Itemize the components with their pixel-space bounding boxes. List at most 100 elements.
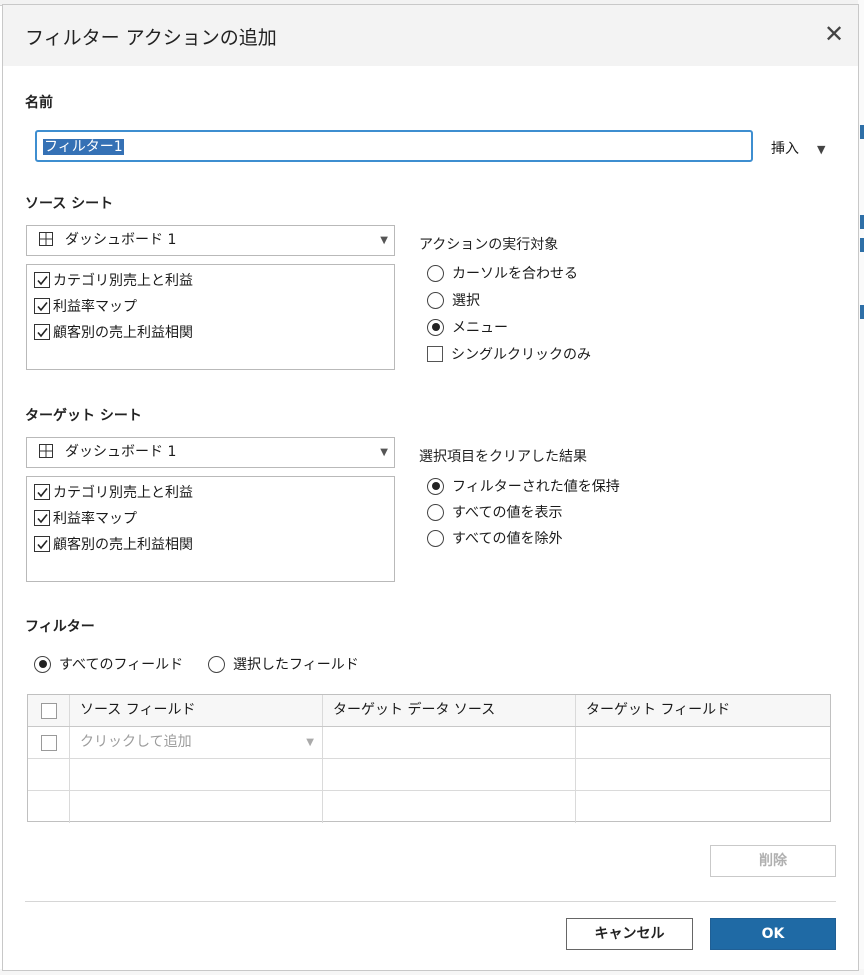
radio-exclude-all[interactable]: すべての値を除外 — [427, 528, 562, 548]
source-dashboard-select[interactable]: ダッシュボード 1 ▼ — [26, 225, 395, 256]
radio-menu[interactable]: メニュー — [427, 317, 508, 337]
radio-exclude-all-label: すべての値を除外 — [452, 531, 563, 547]
source-sheet-item[interactable]: カテゴリ別売上と利益 — [27, 267, 394, 293]
radio-icon[interactable] — [427, 291, 444, 309]
target-sheet-item-label: 利益率マップ — [53, 511, 137, 527]
name-label: 名前 — [25, 95, 53, 111]
source-sheet-item-label: 利益率マップ — [53, 299, 137, 315]
single-click-only-checkbox[interactable]: シングルクリックのみ — [427, 344, 591, 364]
radio-select[interactable]: 選択 — [427, 290, 480, 310]
checkbox-checked-icon[interactable] — [34, 536, 50, 552]
target-sheet-label: ターゲット シート — [25, 408, 142, 424]
source-sheet-item-label: 顧客別の売上利益相関 — [53, 325, 193, 341]
radio-menu-label: メニュー — [452, 320, 508, 336]
radio-all-fields[interactable]: すべてのフィールド — [34, 654, 183, 674]
table-cell[interactable] — [576, 727, 831, 758]
close-icon[interactable]: ✕ — [820, 21, 848, 49]
target-sheet-item-label: 顧客別の売上利益相関 — [53, 537, 193, 553]
column-source-field[interactable]: ソース フィールド — [70, 695, 323, 726]
insert-button[interactable]: 挿入 ▼ — [771, 138, 825, 158]
target-sheet-list: カテゴリ別売上と利益 利益率マップ 顧客別の売上利益相関 — [26, 476, 395, 582]
add-field-dropdown[interactable]: クリックして追加 ▼ — [70, 727, 323, 758]
source-sheet-list: カテゴリ別売上と利益 利益率マップ 顧客別の売上利益相関 — [26, 264, 395, 370]
ok-button[interactable]: OK — [710, 918, 836, 950]
column-target-data-source[interactable]: ターゲット データ ソース — [323, 695, 576, 726]
column-target-field[interactable]: ターゲット フィールド — [576, 695, 831, 726]
source-sheet-label: ソース シート — [25, 196, 114, 212]
table-cell — [28, 791, 70, 823]
radio-hover[interactable]: カーソルを合わせる — [427, 263, 578, 283]
target-dashboard-value: ダッシュボード 1 — [65, 444, 177, 460]
background-marker — [860, 215, 864, 229]
chevron-down-icon: ▼ — [380, 235, 388, 246]
target-sheet-item-label: カテゴリ別売上と利益 — [53, 485, 193, 501]
table-cell — [323, 759, 576, 790]
dialog-titlebar: フィルター アクションの追加 ✕ — [3, 5, 858, 66]
radio-hover-label: カーソルを合わせる — [452, 266, 578, 282]
radio-all-fields-label: すべてのフィールド — [59, 657, 184, 673]
row-select-cell — [28, 727, 70, 758]
chevron-down-icon: ▼ — [380, 447, 388, 458]
target-sheet-item[interactable]: 利益率マップ — [27, 505, 394, 531]
radio-icon[interactable] — [427, 529, 444, 547]
run-action-on-label: アクションの実行対象 — [419, 237, 559, 253]
add-filter-action-dialog: フィルター アクションの追加 ✕ 名前 フィルター1 挿入 ▼ ソース シート ダ… — [2, 4, 859, 971]
table-row — [28, 759, 830, 791]
footer-divider — [25, 901, 836, 902]
checkbox-checked-icon[interactable] — [34, 272, 50, 288]
target-dashboard-select[interactable]: ダッシュボード 1 ▼ — [26, 437, 395, 468]
checkbox-checked-icon[interactable] — [34, 510, 50, 526]
filter-fields-table: ソース フィールド ターゲット データ ソース ターゲット フィールド クリック… — [27, 694, 831, 823]
radio-icon[interactable] — [427, 503, 444, 521]
cancel-button[interactable]: キャンセル — [566, 918, 693, 950]
table-row — [28, 791, 830, 823]
checkbox-checked-icon[interactable] — [34, 324, 50, 340]
source-sheet-item-label: カテゴリ別売上と利益 — [53, 273, 193, 289]
checkbox-unchecked-icon[interactable] — [427, 346, 443, 362]
checkbox-checked-icon[interactable] — [34, 484, 50, 500]
source-dashboard-value: ダッシュボード 1 — [65, 232, 177, 248]
source-sheet-item[interactable]: 利益率マップ — [27, 293, 394, 319]
checkbox-checked-icon[interactable] — [34, 298, 50, 314]
background-marker — [860, 238, 864, 252]
delete-button[interactable]: 削除 — [710, 845, 836, 877]
target-sheet-item[interactable]: カテゴリ別売上と利益 — [27, 479, 394, 505]
table-row: クリックして追加 ▼ — [28, 727, 830, 759]
dashboard-grid-icon — [39, 444, 53, 458]
radio-select-label: 選択 — [452, 293, 480, 309]
radio-keep-filtered[interactable]: フィルターされた値を保持 — [427, 476, 620, 496]
checkbox-unchecked-icon[interactable] — [40, 734, 57, 751]
filters-label: フィルター — [25, 619, 95, 635]
dialog-title: フィルター アクションの追加 — [25, 27, 277, 49]
table-header-row: ソース フィールド ターゲット データ ソース ターゲット フィールド — [28, 695, 830, 727]
name-input-value: フィルター1 — [43, 139, 124, 155]
single-click-only-label: シングルクリックのみ — [451, 347, 591, 363]
table-cell — [576, 791, 831, 823]
radio-show-all-label: すべての値を表示 — [452, 505, 563, 521]
table-cell — [28, 759, 70, 790]
clearing-selection-label: 選択項目をクリアした結果 — [419, 449, 587, 465]
table-cell — [576, 759, 831, 790]
dashboard-grid-icon — [39, 232, 53, 246]
background-marker — [860, 305, 864, 319]
table-cell[interactable] — [323, 727, 576, 758]
radio-show-all[interactable]: すべての値を表示 — [427, 502, 562, 522]
table-cell — [70, 791, 323, 823]
header-select-all-cell — [28, 695, 70, 726]
radio-icon[interactable] — [208, 655, 225, 673]
radio-selected-icon[interactable] — [34, 655, 51, 673]
target-sheet-item[interactable]: 顧客別の売上利益相関 — [27, 531, 394, 557]
checkbox-unchecked-icon[interactable] — [40, 702, 57, 719]
table-cell — [70, 759, 323, 790]
table-cell — [323, 791, 576, 823]
radio-selected-icon[interactable] — [427, 477, 444, 495]
name-input[interactable]: フィルター1 — [35, 130, 753, 162]
background-marker — [860, 125, 864, 139]
add-field-placeholder: クリックして追加 — [80, 734, 192, 750]
radio-selected-icon[interactable] — [427, 318, 444, 336]
radio-keep-filtered-label: フィルターされた値を保持 — [452, 479, 620, 495]
radio-icon[interactable] — [427, 264, 444, 282]
source-sheet-item[interactable]: 顧客別の売上利益相関 — [27, 319, 394, 345]
chevron-down-icon: ▼ — [306, 737, 314, 748]
radio-selected-fields[interactable]: 選択したフィールド — [208, 654, 359, 674]
